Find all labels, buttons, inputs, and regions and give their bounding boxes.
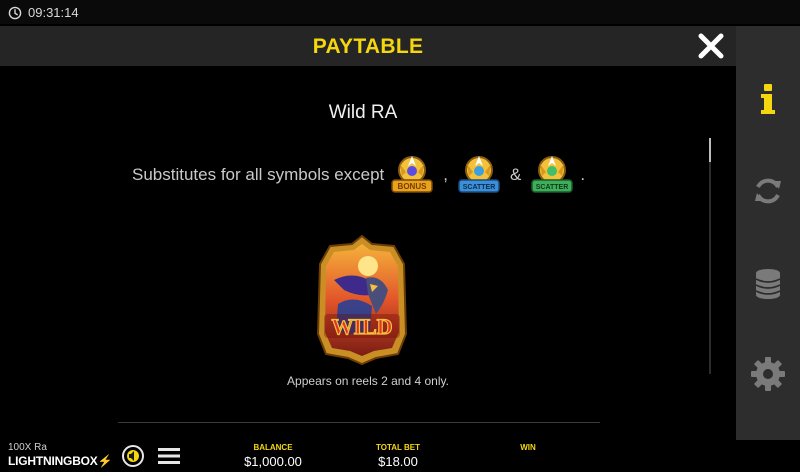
coins-icon[interactable] [748,264,788,304]
speaker-icon[interactable] [120,444,146,468]
info-icon[interactable] [748,78,788,118]
clock-icon [8,6,22,19]
status-bar: 09:31:14 [0,0,800,24]
hamburger-icon[interactable] [156,444,182,468]
close-icon[interactable] [696,31,726,61]
paytable-header: PAYTABLE [0,26,736,66]
reels-info: Appears on reels 2 and 4 only. [287,374,449,388]
clock: 09:31:14 [8,5,79,20]
divider [118,422,600,423]
substitutes-text: Substitutes for all symbols except [132,165,385,184]
total-bet-label: TOTAL BET [376,443,420,452]
win-label: WIN [520,443,536,452]
separator-ampersand: & [510,165,522,184]
page-title: PAYTABLE [312,35,424,58]
brand-word: LIGHTNING [8,454,73,468]
brand-box: BOX [72,454,98,468]
refresh-icon[interactable] [748,171,788,211]
paytable-content[interactable]: Wild RA Substitutes for all symbols exce… [0,66,716,440]
bonus-symbol-label: BONUS [398,182,428,191]
scatter-symbol-label: SCATTER [463,184,496,191]
substitutes-line: Substitutes for all symbols except BONUS… [132,149,585,201]
bolt-icon: ⚡ [97,454,113,468]
brand-logo: LIGHTNINGBOX⚡ [8,454,113,468]
scatter-gold-symbol-label: SCATTER [536,184,569,191]
total-bet-value: $18.00 [378,454,418,469]
balance-value: $1,000.00 [244,454,302,469]
game-name: 100X Ra [8,442,47,453]
wild-symbol-label: WILD [331,314,392,339]
scrollbar-thumb[interactable] [709,138,711,162]
wild-symbol-icon: WILD [316,234,408,366]
gear-icon[interactable] [748,354,788,394]
symbol-name: Wild RA [328,102,398,123]
balance-label: BALANCE [253,443,293,452]
bottom-bar: 100X Ra LIGHTNINGBOX⚡ BALANCE $1,000.00 … [0,440,800,472]
scatter-symbol-icon: SCATTER [458,156,500,193]
scrollbar[interactable] [709,138,711,374]
paytable-panel: PAYTABLE Wild RA Substitutes for all sym… [0,26,736,440]
sidebar [736,26,800,440]
clock-time: 09:31:14 [28,5,79,20]
bonus-symbol-icon: BONUS [391,156,434,193]
scatter-gold-symbol-icon: SCATTER [531,156,574,193]
separator-comma: , [443,165,449,184]
end-period: . [580,165,586,184]
